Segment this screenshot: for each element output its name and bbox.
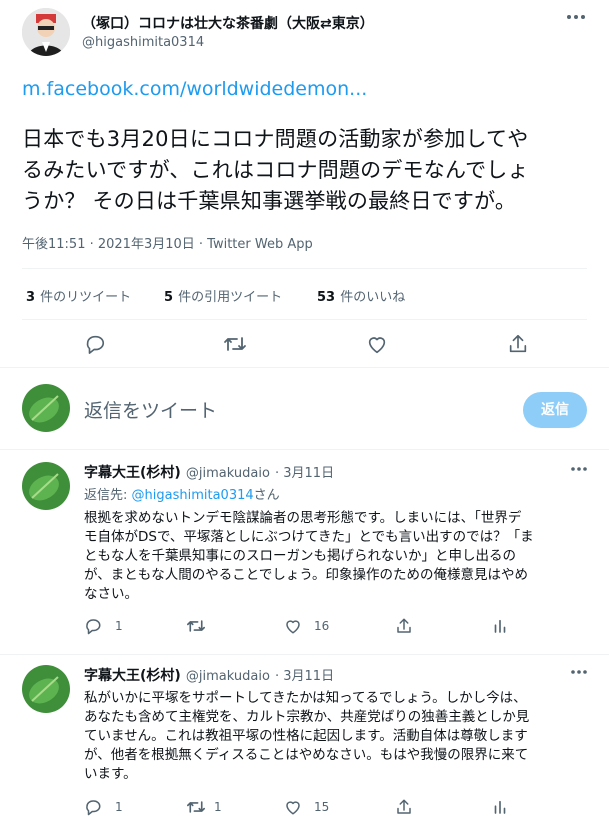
reply-text-line: なさい。	[84, 586, 138, 602]
likes-stat[interactable]: 53 件のいいね	[317, 286, 405, 305]
reply-text-line: あなたも含めて主権党を、カルト宗教か、共産党ばりの独善主義としか見	[84, 709, 530, 725]
reply-avatar[interactable]	[22, 665, 70, 713]
reply-date[interactable]: · 3月11日	[275, 466, 334, 481]
tweet-text-line: うか？ その日は千葉県知事選挙戦の最終日ですが。	[22, 189, 517, 213]
like-icon[interactable]	[284, 798, 302, 816]
like-count: 16	[314, 619, 330, 633]
reply-count: 1	[115, 619, 123, 633]
likes-label: 件のいいね	[340, 290, 406, 305]
replying-to: 返信先: @higashimita0314さん	[84, 484, 280, 503]
analytics-icon[interactable]	[491, 798, 509, 816]
retweet-icon[interactable]	[186, 617, 206, 635]
tweet-stats: 3 件のリツイート 5 件の引用ツイート 53 件のいいね	[22, 268, 587, 320]
reply-icon[interactable]	[84, 798, 102, 816]
main-tweet: （塚口）コロナは壮大な茶番劇（大阪⇄東京） @higashimita0314 m…	[0, 0, 609, 368]
reply-count: 1	[115, 800, 123, 814]
reply-header: 字幕大王(杉村) @jimakudaio · 3月11日	[84, 665, 334, 685]
retweet-icon[interactable]	[223, 333, 247, 355]
reply-icon[interactable]	[84, 617, 102, 635]
author-avatar[interactable]	[22, 8, 70, 56]
reply-text: 私がいかに平塚をサポートしてきたかは知ってるでしょう。しかし今は、 あなたも含め…	[84, 689, 599, 784]
more-icon[interactable]	[570, 669, 588, 675]
retweets-label: 件のリツイート	[40, 290, 132, 305]
author-display-name[interactable]: （塚口）コロナは壮大な茶番劇（大阪⇄東京）	[82, 13, 374, 33]
retweets-stat[interactable]: 3 件のリツイート	[26, 286, 131, 305]
reply-composer: 返信をツイート 返信	[0, 368, 609, 450]
quotes-count: 5	[164, 290, 174, 305]
share-icon[interactable]	[395, 617, 413, 635]
replying-to-prefix: 返信先:	[84, 488, 132, 503]
retweet-count: 1	[214, 800, 222, 814]
quotes-stat[interactable]: 5 件の引用ツイート	[164, 286, 282, 305]
reply-avatar[interactable]	[22, 462, 70, 510]
reply-tweet[interactable]: 字幕大王(杉村) @jimakudaio · 3月11日 返信先: @higas…	[0, 450, 609, 655]
reply-button[interactable]: 返信	[523, 392, 587, 428]
more-icon[interactable]	[566, 14, 586, 20]
tweet-timestamp[interactable]: 午後11:51 · 2021年3月10日 · Twitter Web App	[22, 233, 313, 252]
share-icon[interactable]	[395, 798, 413, 816]
reply-text-line: が、他者を根拠無くディスることはやめなさい。もはや我慢の限界に来て	[84, 747, 529, 763]
like-icon[interactable]	[284, 617, 302, 635]
like-icon[interactable]	[366, 333, 388, 355]
reply-input[interactable]: 返信をツイート	[84, 396, 217, 423]
reply-icon[interactable]	[84, 333, 106, 355]
more-icon[interactable]	[570, 466, 588, 472]
author-handle[interactable]: @higashimita0314	[82, 35, 204, 50]
reply-text: 根拠を求めないトンデモ陰謀論者の思考形態です。しまいには、「世界デ モ自体がDS…	[84, 509, 599, 604]
reply-text-line: 根拠を求めないトンデモ陰謀論者の思考形態です。しまいには、「世界デ	[84, 510, 522, 526]
tweet-text-line: 日本でも3月20日にコロナ問題の活動家が参加してや	[22, 127, 529, 151]
reply-display-name[interactable]: 字幕大王(杉村)	[84, 668, 181, 684]
likes-count: 53	[317, 290, 336, 305]
share-icon[interactable]	[507, 333, 529, 355]
retweets-count: 3	[26, 290, 36, 305]
reply-tweet[interactable]: 字幕大王(杉村) @jimakudaio · 3月11日 私がいかに平塚をサポー…	[0, 655, 609, 835]
reply-date[interactable]: · 3月11日	[275, 669, 334, 684]
tweet-text-line: るみたいですが、これはコロナ問題のデモなんでしょ	[22, 158, 529, 182]
tweet-text: 日本でも3月20日にコロナ問題の活動家が参加してや るみたいですが、これはコロナ…	[22, 124, 602, 217]
analytics-icon[interactable]	[491, 617, 509, 635]
reply-text-line: 私がいかに平塚をサポートしてきたかは知ってるでしょう。しかし今は、	[84, 690, 527, 706]
quotes-label: 件の引用ツイート	[178, 290, 283, 305]
retweet-icon[interactable]	[186, 798, 206, 816]
user-avatar[interactable]	[22, 384, 70, 432]
reply-text-line: ていません。これは教祖平塚の性格に起因します。活動自体は尊敬します	[84, 728, 528, 744]
reply-handle[interactable]: @jimakudaio	[186, 669, 270, 684]
replying-to-suffix: さん	[253, 488, 280, 503]
tweet-link[interactable]: m.facebook.com/worldwidedemon...	[22, 78, 367, 100]
reply-text-line: ともな人を千葉県知事にのスローガンも掲げられないか」と申し出るの	[84, 548, 516, 564]
like-count: 15	[314, 800, 330, 814]
reply-text-line: モ自体がDSで、平塚落としにぶつけてきた」とでも言い出すのでは？「ま	[84, 529, 534, 545]
reply-display-name[interactable]: 字幕大王(杉村)	[84, 465, 181, 481]
reply-header: 字幕大王(杉村) @jimakudaio · 3月11日	[84, 462, 334, 482]
reply-handle[interactable]: @jimakudaio	[186, 466, 270, 481]
reply-text-line: います。	[84, 766, 137, 782]
reply-text-line: が、まともな人間のやることでしょう。印象操作のための俺様意見はやめ	[84, 567, 529, 583]
replying-to-mention[interactable]: @higashimita0314	[132, 488, 254, 503]
